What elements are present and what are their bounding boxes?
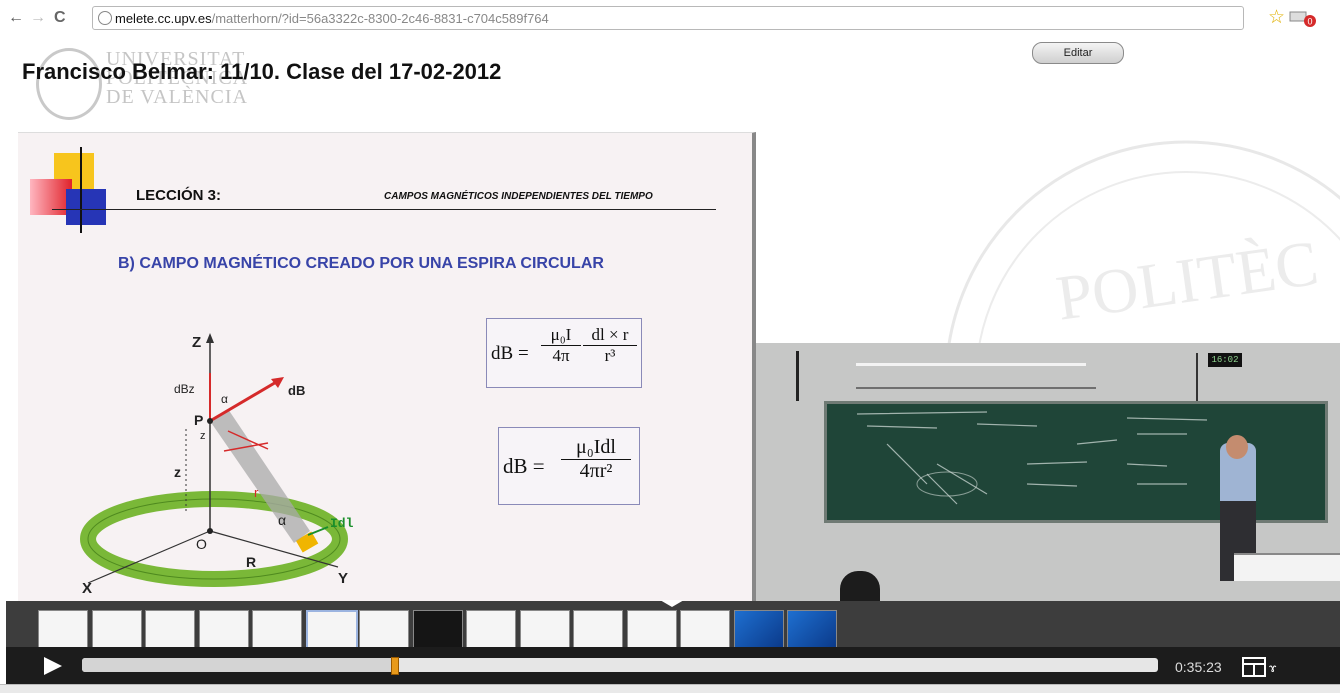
progress-bar[interactable] [82, 657, 1158, 675]
formula1-num2: dl × r [583, 325, 637, 346]
slide-thumbnail[interactable] [38, 610, 88, 648]
formula1-lhs: dB = [491, 343, 529, 364]
play-icon[interactable] [44, 657, 62, 675]
formula2-lhs: dB = [503, 454, 545, 478]
presentation-slide: LECCIÓN 3: CAMPOS MAGNÉTICOS INDEPENDIEN… [18, 132, 756, 601]
formula1-den1: 4π [552, 346, 570, 365]
alpha-bottom-label: α [278, 512, 286, 528]
lecture-video[interactable]: 16:02 [756, 343, 1340, 601]
wall-clock: 16:02 [1208, 353, 1242, 367]
forward-arrow-icon[interactable]: → [30, 9, 46, 27]
progress-handle[interactable] [391, 657, 400, 675]
decor-blue-square [66, 189, 106, 225]
r-vector-label: r [254, 485, 259, 500]
wire-left [796, 351, 799, 401]
layout-icon[interactable] [1242, 657, 1266, 677]
watermark-seal: POLITÈC [946, 140, 1340, 352]
edit-button[interactable]: Editar [1032, 42, 1124, 64]
slide-thumbnail[interactable] [787, 610, 837, 648]
z-label: z [174, 464, 181, 480]
origin-label: O [196, 536, 207, 552]
back-arrow-icon[interactable]: ← [8, 9, 24, 27]
lesson-subtitle: CAMPOS MAGNÉTICOS INDEPENDIENTES DEL TIE… [384, 191, 653, 202]
radius-label: R [246, 554, 256, 570]
url-path: /matterhorn/?id=56a3322c-8300-2c46-8831-… [211, 11, 549, 26]
reload-icon[interactable]: C [54, 9, 66, 27]
current-time: 0:35:23 [1175, 659, 1222, 675]
logo-line-3: DE VALÈNCIA [106, 86, 248, 108]
lesson-label: LECCIÓN 3: [136, 187, 222, 204]
slide-thumbnail[interactable] [680, 610, 730, 648]
star-icon[interactable]: ☆ [1268, 6, 1285, 29]
z-small-label: z [200, 430, 206, 442]
formula1-num1: μ₀I [541, 325, 581, 346]
slide-thumbnail-strip [6, 600, 1340, 650]
slide-heading: B) CAMPO MAGNÉTICO CREADO POR UNA ESPIRA… [118, 255, 604, 272]
z-axis-label: Z [192, 334, 201, 351]
slide-thumbnail[interactable] [305, 610, 358, 650]
extension-icon[interactable]: 0 [1288, 8, 1324, 28]
slide-thumbnail[interactable] [359, 610, 409, 648]
ceiling-light [856, 363, 1086, 366]
formula1-den2: r³ [604, 346, 616, 365]
alpha-top-label: α [221, 392, 228, 406]
url-text: melete.cc.upv.es/matterhorn/?id=56a3322c… [115, 11, 549, 26]
desk [1234, 553, 1340, 581]
biot-savart-formula: dB = μ₀I 4π dl × r r³ [486, 318, 642, 388]
db-label: dB [288, 383, 305, 398]
ceiling-rail [856, 387, 1096, 389]
slide-thumbnail[interactable] [252, 610, 302, 648]
loop-diagram: Z Y X dBz dB α P z z r α Idl O R [80, 333, 354, 597]
slide-thumbnail[interactable] [91, 610, 142, 648]
formula1-lhs-text: dB [491, 343, 514, 364]
slide-thumbnail[interactable] [519, 610, 570, 648]
idl-label: Idl [330, 516, 354, 531]
lecturer-head [1226, 435, 1248, 459]
magnitude-formula: dB = μ₀Idl 4πr² [498, 427, 640, 505]
url-host: melete.cc.upv.es [115, 11, 212, 26]
wire-right [1196, 353, 1198, 403]
globe-icon [98, 11, 112, 25]
slide-thumbnail[interactable] [626, 610, 677, 648]
x-axis-label: X [82, 580, 92, 597]
person-icon[interactable]: ɤ [1269, 661, 1276, 675]
current-position-marker [660, 600, 684, 607]
slide-thumbnail[interactable] [573, 610, 623, 648]
formula2-num: μ₀Idl [561, 436, 631, 460]
address-bar[interactable]: melete.cc.upv.es/matterhorn/?id=56a3322c… [92, 6, 1244, 30]
slide-thumbnail[interactable] [198, 610, 249, 648]
slide-thumbnail[interactable] [145, 610, 195, 648]
slide-divider [52, 209, 716, 210]
decor-vertical-line [80, 147, 82, 233]
y-axis-label: Y [338, 570, 348, 587]
audience-head [840, 571, 880, 601]
player-controls: 0:35:23 ɤ [6, 647, 1340, 684]
dbz-label: dBz [174, 382, 195, 396]
page-title: Francisco Belmar: 11/10. Clase del 17-02… [22, 59, 502, 84]
slide-thumbnail[interactable] [466, 610, 516, 648]
watermark-text: POLITÈC [1052, 227, 1322, 334]
slide-thumbnail[interactable] [412, 610, 463, 648]
svg-text:0: 0 [1308, 17, 1313, 27]
formula2-den: 4πr² [579, 460, 613, 482]
slide-thumbnail[interactable] [733, 610, 784, 648]
browser-toolbar: ← → C melete.cc.upv.es/matterhorn/?id=56… [0, 0, 1340, 36]
p-label: P [194, 412, 203, 428]
progress-fill [82, 658, 395, 672]
